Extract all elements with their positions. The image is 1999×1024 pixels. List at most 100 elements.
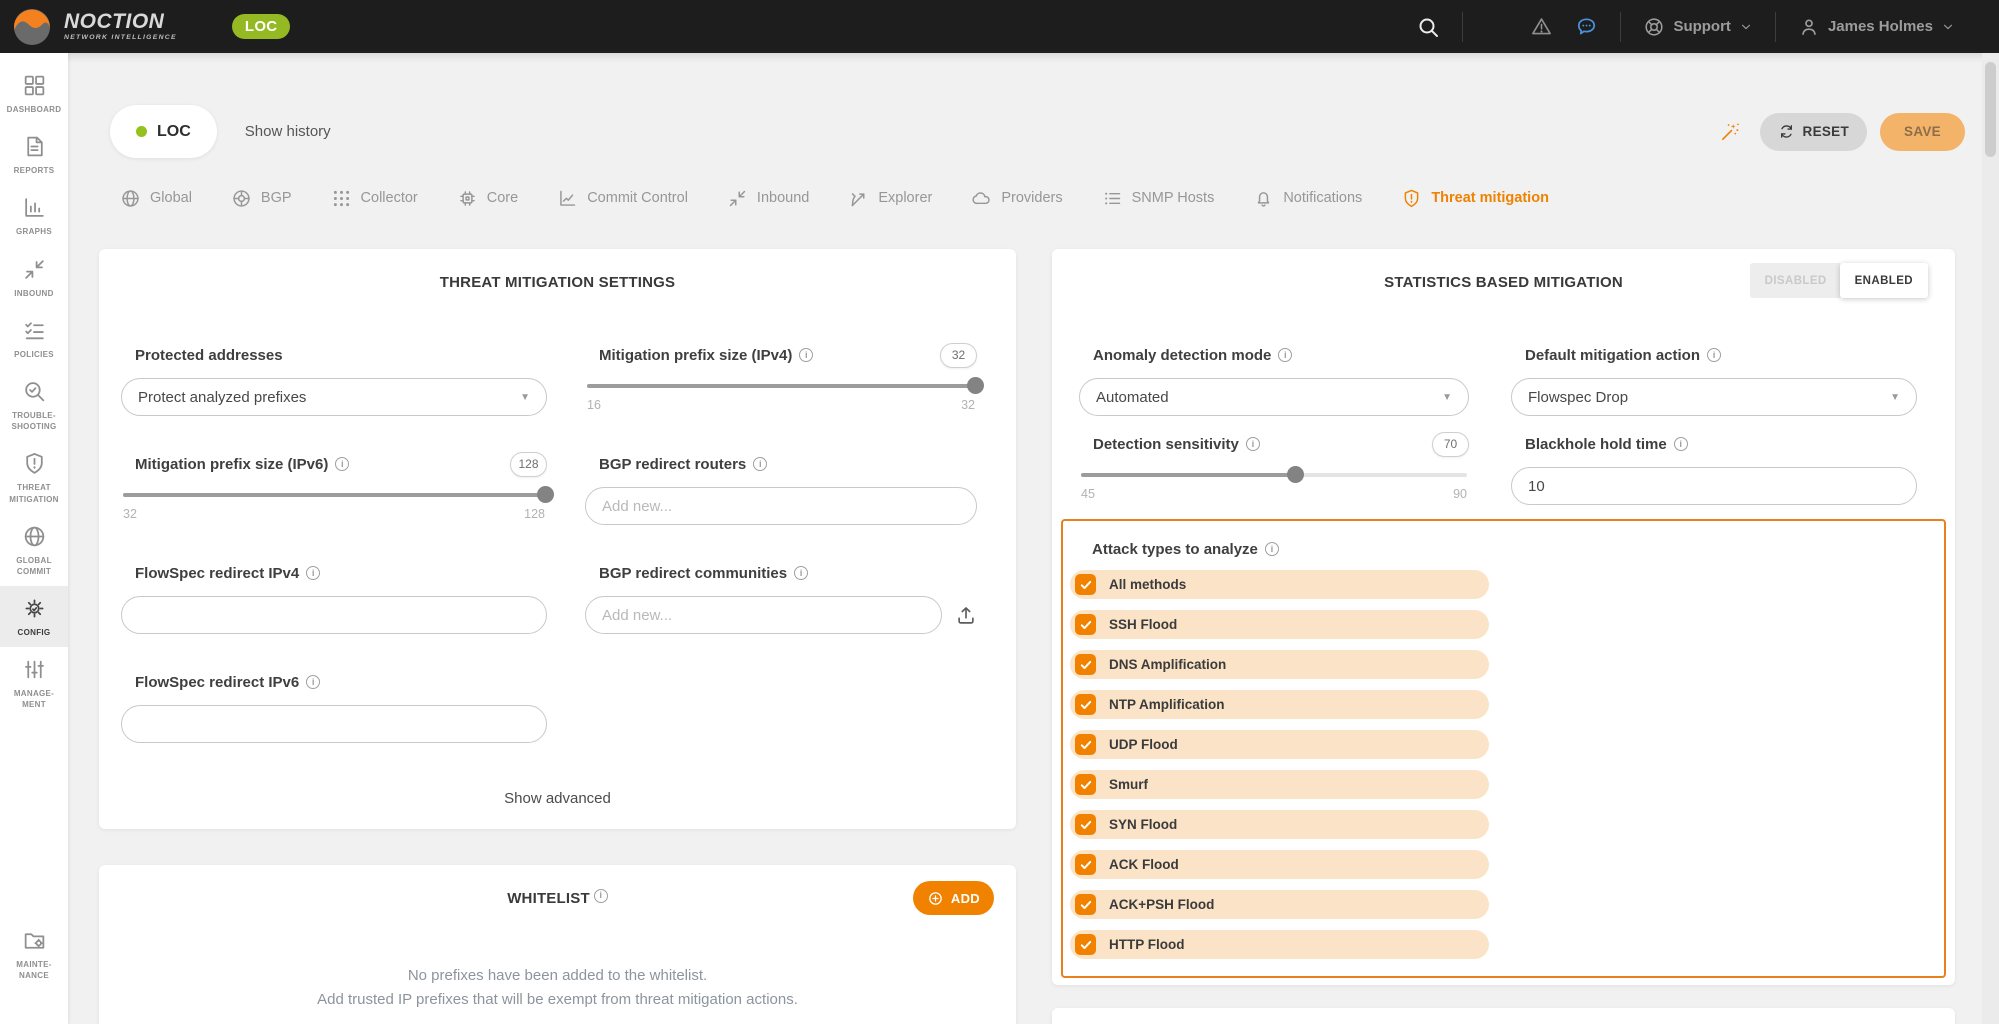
ipv4-prefix-slider[interactable] xyxy=(587,384,975,388)
info-icon[interactable] xyxy=(594,889,608,903)
scrollbar[interactable] xyxy=(1982,53,1999,1024)
flame-alerts-icon[interactable] xyxy=(1485,15,1508,38)
page-header: LOC Show history RESET SAVE xyxy=(110,105,1965,158)
sidebar-item-inbound[interactable]: INBOUND xyxy=(0,247,68,308)
wand-icon[interactable] xyxy=(1719,120,1742,143)
checkbox-checked-icon[interactable] xyxy=(1075,894,1096,915)
checkbox-checked-icon[interactable] xyxy=(1075,654,1096,675)
sidebar-item-management[interactable]: MANAGE-MENT xyxy=(0,647,68,719)
detection-sensitivity-slider[interactable] xyxy=(1081,473,1467,477)
tab-threat-mitigation[interactable]: Threat mitigation xyxy=(1401,188,1549,209)
tab-commit-control[interactable]: Commit Control xyxy=(557,188,688,209)
slider-handle[interactable] xyxy=(537,486,554,503)
attack-type-checkbox[interactable]: DNS Amplification xyxy=(1070,650,1489,679)
info-icon[interactable] xyxy=(1707,348,1721,362)
chevron-down-icon xyxy=(1739,20,1753,34)
info-icon[interactable] xyxy=(753,457,767,471)
instance-badge: LOC xyxy=(232,14,291,39)
attack-type-checkbox[interactable]: ACK Flood xyxy=(1070,850,1489,879)
info-icon[interactable] xyxy=(799,348,813,362)
attack-type-checkbox[interactable]: ACK+PSH Flood xyxy=(1070,890,1489,919)
collector-icon xyxy=(331,188,352,209)
search-icon[interactable] xyxy=(1416,15,1440,39)
reset-button[interactable]: RESET xyxy=(1760,113,1868,151)
sidebar-item-dashboard[interactable]: DASHBOARD xyxy=(0,63,68,124)
sidebar-item-policies[interactable]: POLICIES xyxy=(0,308,68,369)
flowspec-redirect-ipv4-input[interactable] xyxy=(121,596,547,634)
tab-collector[interactable]: Collector xyxy=(331,188,418,209)
checkbox-checked-icon[interactable] xyxy=(1075,574,1096,595)
bgp-redirect-communities-input[interactable] xyxy=(585,596,942,634)
attack-type-checkbox[interactable]: All methods xyxy=(1070,570,1489,599)
attack-type-checkbox[interactable]: HTTP Flood xyxy=(1070,930,1489,959)
support-menu[interactable]: Support xyxy=(1643,16,1753,38)
info-icon[interactable] xyxy=(1674,437,1688,451)
attack-type-checkbox[interactable]: SYN Flood xyxy=(1070,810,1489,839)
sidebar-item-reports[interactable]: REPORTS xyxy=(0,124,68,185)
checkbox-checked-icon[interactable] xyxy=(1075,734,1096,755)
disabled-toggle-option[interactable]: DISABLED xyxy=(1750,263,1842,298)
graphs-icon xyxy=(22,195,47,220)
checkbox-checked-icon[interactable] xyxy=(1075,694,1096,715)
slider-min: 32 xyxy=(123,507,137,521)
instance-pill[interactable]: LOC xyxy=(110,105,217,158)
chat-icon[interactable] xyxy=(1575,15,1598,38)
user-menu[interactable]: James Holmes xyxy=(1798,16,1955,38)
info-icon[interactable] xyxy=(1278,348,1292,362)
attack-type-checkbox[interactable]: UDP Flood xyxy=(1070,730,1489,759)
ipv6-prefix-slider[interactable] xyxy=(123,493,545,497)
info-icon[interactable] xyxy=(794,566,808,580)
checkbox-checked-icon[interactable] xyxy=(1075,814,1096,835)
sidebar-item-threat-mitigation[interactable]: THREAT MITIGATION xyxy=(0,441,68,513)
attack-type-checkbox[interactable]: SSH Flood xyxy=(1070,610,1489,639)
slider-max: 32 xyxy=(961,398,975,412)
checkbox-checked-icon[interactable] xyxy=(1075,934,1096,955)
blackhole-hold-time-input[interactable] xyxy=(1511,467,1917,505)
info-icon[interactable] xyxy=(1265,542,1279,556)
user-name: James Holmes xyxy=(1828,18,1933,35)
enabled-toggle-option[interactable]: ENABLED xyxy=(1840,263,1928,298)
attack-type-checkbox[interactable]: NTP Amplification xyxy=(1070,690,1489,719)
default-mitigation-action-select[interactable]: Flowspec Drop ▼ xyxy=(1511,378,1917,416)
upload-icon[interactable] xyxy=(955,604,977,626)
tab-explorer[interactable]: Explorer xyxy=(848,188,932,209)
checkbox-checked-icon[interactable] xyxy=(1075,854,1096,875)
info-icon[interactable] xyxy=(1246,437,1260,451)
tab-snmp-hosts[interactable]: SNMP Hosts xyxy=(1102,188,1215,209)
divider xyxy=(1775,12,1776,42)
show-history-link[interactable]: Show history xyxy=(245,123,331,140)
tab-global[interactable]: Global xyxy=(120,188,192,209)
tab-core[interactable]: Core xyxy=(457,188,518,209)
tab-notifications[interactable]: Notifications xyxy=(1253,188,1362,209)
tab-inbound[interactable]: Inbound xyxy=(727,188,809,209)
sidebar-item-global-commit[interactable]: GLOBAL COMMIT xyxy=(0,514,68,586)
noction-logo[interactable]: NOCTION NETWORK INTELLIGENCE xyxy=(0,8,177,46)
info-icon[interactable] xyxy=(306,566,320,580)
tab-bgp[interactable]: BGP xyxy=(231,188,292,209)
info-icon[interactable] xyxy=(306,675,320,689)
warning-icon[interactable] xyxy=(1530,15,1553,38)
anomaly-detection-mode-select[interactable]: Automated ▼ xyxy=(1079,378,1469,416)
sidebar-item-graphs[interactable]: GRAPHS xyxy=(0,185,68,246)
dropdown-arrow-icon: ▼ xyxy=(1890,392,1900,403)
protected-addresses-select[interactable]: Protect analyzed prefixes ▼ xyxy=(121,378,547,416)
checkbox-checked-icon[interactable] xyxy=(1075,774,1096,795)
attack-type-checkbox[interactable]: Smurf xyxy=(1070,770,1489,799)
slider-handle[interactable] xyxy=(967,377,984,394)
scrollbar-thumb[interactable] xyxy=(1985,62,1996,157)
bgp-redirect-routers-input[interactable] xyxy=(585,487,977,525)
info-icon[interactable] xyxy=(335,457,349,471)
flowspec-redirect-ipv6-input[interactable] xyxy=(121,705,547,743)
snmp-icon xyxy=(1102,188,1123,209)
providers-icon xyxy=(971,188,992,209)
checkbox-checked-icon[interactable] xyxy=(1075,614,1096,635)
show-advanced-link[interactable]: Show advanced xyxy=(99,790,1016,807)
tab-providers[interactable]: Providers xyxy=(971,188,1062,209)
sidebar-item-config[interactable]: CONFIG xyxy=(0,586,68,647)
sidebar-item-maintenance[interactable]: MAINTE-NANCE xyxy=(0,918,68,990)
save-button[interactable]: SAVE xyxy=(1880,113,1965,151)
add-whitelist-button[interactable]: ADD xyxy=(913,881,994,915)
sidebar-item-troubleshooting[interactable]: TROUBLE-SHOOTING xyxy=(0,369,68,441)
slider-handle[interactable] xyxy=(1287,466,1304,483)
slider-value-badge: 32 xyxy=(940,343,977,368)
